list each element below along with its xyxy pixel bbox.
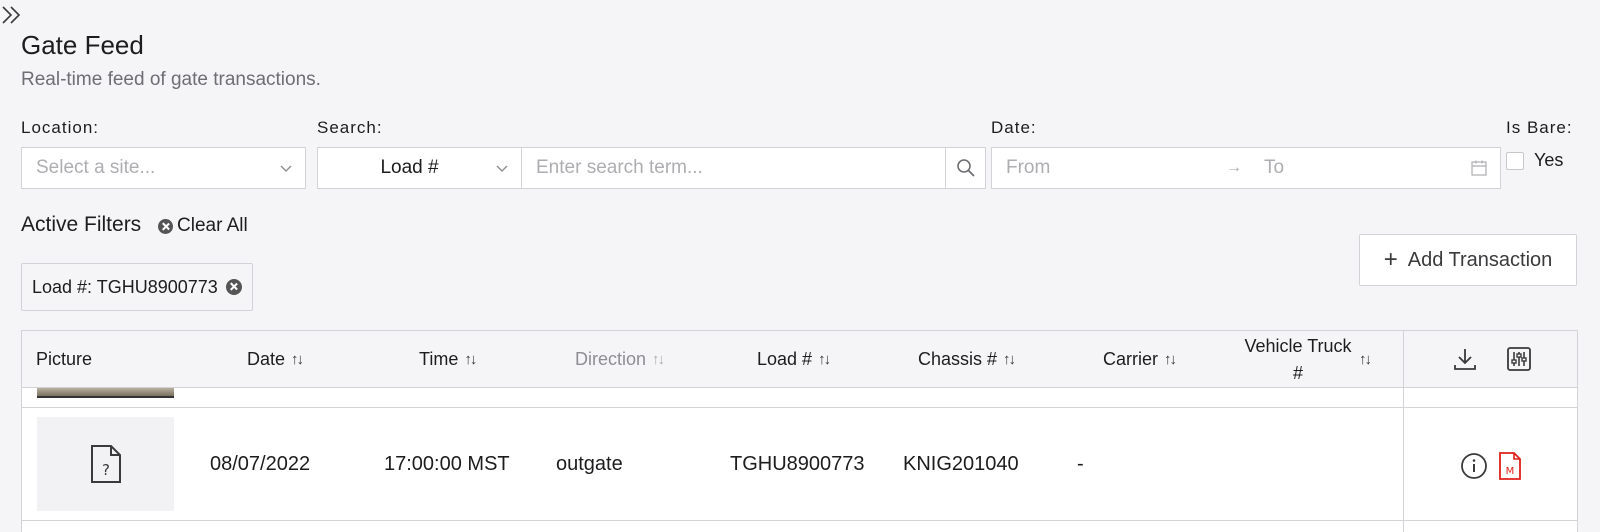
column-header-date[interactable]: Date ↑↓ [247,331,304,388]
sort-icon[interactable]: ↑↓ [652,351,665,368]
close-circle-icon [158,218,173,234]
remove-filter-icon[interactable] [225,279,242,295]
calendar-icon [1471,160,1487,176]
search-icon [956,159,975,177]
sliders-icon[interactable] [1505,345,1533,373]
svg-text:?: ? [102,461,110,479]
filter-chip: Load #: TGHU8900773 [21,263,253,311]
location-label: Location: [21,118,99,137]
add-transaction-label: Add Transaction [1407,248,1553,271]
plus-icon: + [1383,246,1398,273]
date-to: To [1264,157,1285,178]
clear-all-button[interactable]: Clear All [158,215,248,237]
expand-sidebar-button[interactable] [0,2,26,28]
chevron-down-icon [280,165,292,172]
column-header-load[interactable]: Load # ↑↓ [757,331,831,388]
info-icon[interactable] [1460,452,1488,480]
column-label: Vehicle Truck # [1244,335,1352,383]
column-header-chassis[interactable]: Chassis # ↑↓ [918,331,1016,388]
double-chevron-right-icon [2,6,21,24]
cell-direction: outgate [556,453,623,475]
column-label: Date [247,349,286,369]
search-input[interactable]: Enter search term... [521,147,946,189]
search-type-value: Load # [380,157,439,178]
column-label: Picture [36,349,93,369]
row-actions: M [1460,452,1522,480]
column-header-direction[interactable]: Direction ↑↓ [575,331,665,388]
column-header-picture: Picture [36,331,92,388]
is-bare-checkbox[interactable] [1506,152,1524,170]
page-subtitle: Real-time feed of gate transactions. [21,69,321,90]
date-range-picker[interactable]: From → To [991,147,1501,189]
date-label: Date: [991,118,1037,137]
column-header-carrier[interactable]: Carrier ↑↓ [1103,331,1177,388]
search-label: Search: [317,118,383,137]
location-select[interactable]: Select a site... [21,147,306,189]
is-bare-label: Is Bare: [1506,118,1573,137]
sort-icon[interactable]: ↑↓ [818,351,831,368]
arrow-right-icon: → [1226,159,1242,176]
transaction-thumbnail[interactable] [37,388,174,398]
svg-text:M: M [1506,466,1515,477]
sort-icon[interactable]: ↑↓ [464,351,477,368]
date-from: From [1006,157,1051,178]
cell-date: 08/07/2022 [210,453,311,475]
column-header-time[interactable]: Time ↑↓ [419,331,477,388]
missing-image-icon: ? [90,445,121,483]
page-title: Gate Feed [21,30,144,60]
location-placeholder: Select a site... [36,157,156,178]
active-filters-title: Active Filters [21,213,142,236]
clear-all-label: Clear All [177,215,248,236]
table-header: Picture Date ↑↓ Time ↑↓ Direction ↑↓ Loa… [22,331,1577,388]
transaction-thumbnail[interactable]: ? [37,417,174,511]
cell-chassis: KNIG201040 [903,453,1019,475]
search-placeholder: Enter search term... [536,157,703,178]
pdf-icon[interactable]: M [1498,452,1522,480]
sort-icon[interactable]: ↑↓ [1003,351,1016,368]
column-label: Time [419,349,459,369]
table-row [22,388,1577,408]
column-label: Direction [575,349,647,369]
cell-load: TGHU8900773 [730,453,865,475]
column-label: Load # [757,349,813,369]
is-bare-option-label: Yes [1534,150,1564,170]
sort-icon[interactable]: ↑↓ [1164,351,1177,368]
table-row: ? 08/07/2022 17:00:00 MST outgate TGHU89… [22,408,1577,521]
add-transaction-button[interactable]: + Add Transaction [1359,234,1577,286]
table-header-actions [1451,345,1533,373]
sort-icon[interactable]: ↑↓ [291,351,304,368]
column-divider [1403,331,1404,532]
transactions-table: Picture Date ↑↓ Time ↑↓ Direction ↑↓ Loa… [21,330,1578,532]
search-button[interactable] [945,147,986,189]
column-label: Carrier [1103,349,1159,369]
sort-icon[interactable]: ↑↓ [1359,346,1372,373]
download-icon[interactable] [1451,345,1479,373]
filter-chip-label: Load #: TGHU8900773 [32,276,218,297]
cell-time: 17:00:00 MST [384,453,510,475]
cell-carrier: - [1077,453,1084,475]
chevron-down-icon [496,165,508,172]
search-type-select[interactable]: Load # [317,147,522,189]
column-label: Chassis # [918,349,998,369]
column-header-vehicle-truck[interactable]: Vehicle Truck # ↑↓ [1243,331,1373,388]
